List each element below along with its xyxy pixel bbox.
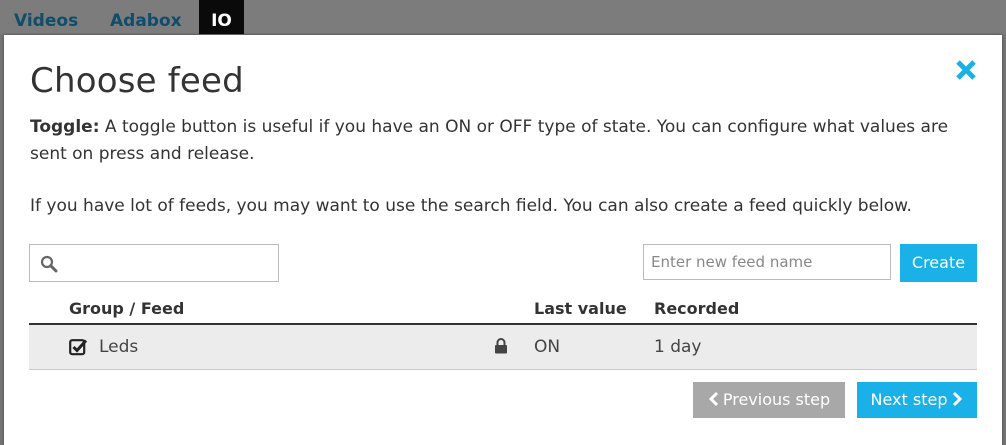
choose-feed-modal: Choose feed Toggle: A toggle button is u… bbox=[4, 35, 1002, 445]
chevron-left-icon bbox=[708, 391, 718, 407]
close-icon[interactable] bbox=[953, 57, 979, 83]
feed-type-text: A toggle button is useful if you have an… bbox=[30, 117, 949, 164]
nav-item-videos[interactable]: Videos bbox=[14, 0, 78, 34]
create-button[interactable]: Create bbox=[900, 244, 977, 282]
next-step-label: Next step bbox=[870, 390, 948, 409]
nav-item-adabox[interactable]: Adabox bbox=[110, 0, 182, 34]
top-navigation: Videos Adabox IO bbox=[0, 0, 1006, 34]
feed-table: Group / Feed Last value Recorded Leds ON… bbox=[29, 293, 977, 370]
checkbox-checked-icon[interactable] bbox=[69, 338, 88, 356]
new-feed-name-input[interactable] bbox=[643, 244, 891, 280]
feed-type-name: Toggle: bbox=[30, 117, 100, 137]
column-header-recorded[interactable]: Recorded bbox=[654, 299, 739, 318]
nav-item-io[interactable]: IO bbox=[199, 0, 244, 34]
modal-title: Choose feed bbox=[30, 61, 244, 101]
table-row[interactable]: Leds ON 1 day bbox=[29, 325, 977, 370]
search-input[interactable] bbox=[29, 244, 279, 282]
search-icon bbox=[40, 255, 58, 273]
previous-step-label: Previous step bbox=[722, 390, 831, 409]
feed-name: Leds bbox=[99, 337, 139, 357]
column-header-feed[interactable]: Group / Feed bbox=[69, 299, 184, 318]
lock-icon bbox=[495, 338, 507, 354]
column-header-last-value[interactable]: Last value bbox=[534, 299, 627, 318]
feed-type-description: Toggle: A toggle button is useful if you… bbox=[30, 114, 980, 168]
feed-last-value: ON bbox=[534, 337, 561, 357]
search-hint: If you have lot of feeds, you may want t… bbox=[30, 196, 912, 216]
feed-recorded: 1 day bbox=[654, 337, 702, 357]
previous-step-button[interactable]: Previous step bbox=[693, 382, 845, 418]
next-step-button[interactable]: Next step bbox=[857, 382, 977, 418]
chevron-right-icon bbox=[953, 391, 963, 407]
table-header: Group / Feed Last value Recorded bbox=[29, 293, 977, 325]
